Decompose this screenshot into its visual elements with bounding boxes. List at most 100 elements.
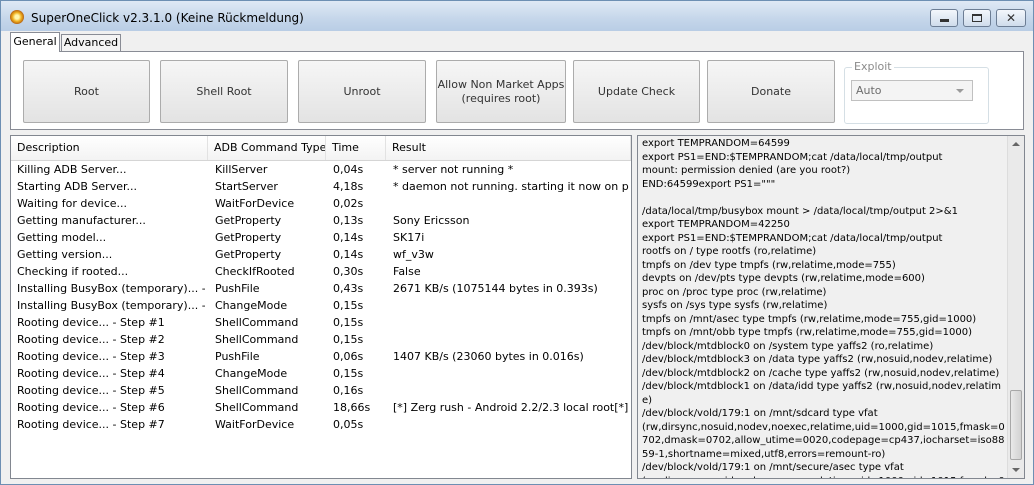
table-row[interactable]: Killing ADB Server... KillServer 0,04s * se…: [11, 161, 631, 178]
minimize-button[interactable]: [930, 9, 958, 27]
table-row[interactable]: Checking if rooted... CheckIfRooted 0,30s F…: [11, 263, 631, 280]
cell-description: Killing ADB Server...: [17, 163, 127, 176]
cell-result: [*] Zerg rush - Android 2.2/2.3 local ro…: [393, 401, 629, 414]
maximize-icon: [972, 14, 982, 22]
cell-description: Starting ADB Server...: [17, 180, 137, 193]
table-row[interactable]: Rooting device... - Step #5 ShellCommand 0…: [11, 382, 631, 399]
cell-time: 0,15s: [333, 299, 364, 312]
log-scrollbar[interactable]: [1007, 136, 1024, 478]
column-header-result[interactable]: Result: [386, 136, 631, 160]
window-title: SuperOneClick v2.3.1.0 (Keine Rückmeldun…: [31, 11, 304, 25]
cell-adb-command-type: ShellCommand: [215, 384, 299, 397]
unroot-button[interactable]: Unroot: [298, 60, 426, 123]
table-row[interactable]: Getting version... GetProperty 0,14s wf_v3w: [11, 246, 631, 263]
cell-time: 4,18s: [333, 180, 364, 193]
cell-description: Installing BusyBox (temporary)... - Step…: [17, 282, 205, 295]
cell-result: wf_v3w: [393, 248, 434, 261]
table-row[interactable]: Installing BusyBox (temporary)... - Step…: [11, 280, 631, 297]
cell-adb-command-type: GetProperty: [215, 214, 282, 227]
cell-time: 0,05s: [333, 418, 364, 431]
cell-result: [393, 314, 629, 331]
cell-adb-command-type: GetProperty: [215, 231, 282, 244]
cell-time: 0,15s: [333, 333, 364, 346]
cell-adb-command-type: PushFile: [215, 350, 260, 363]
table-row[interactable]: Getting manufacturer... GetProperty 0,13s S…: [11, 212, 631, 229]
table-row[interactable]: Rooting device... - Step #3 PushFile 0,06s…: [11, 348, 631, 365]
app-icon[interactable]: [10, 10, 24, 24]
table-row[interactable]: Rooting device... - Step #7 WaitForDevice…: [11, 416, 631, 433]
cell-time: 0,02s: [333, 197, 364, 210]
cell-time: 0,16s: [333, 384, 364, 397]
list-header: Description ADB Command Type Time Result: [11, 136, 631, 161]
allow-non-market-apps-label: Allow Non Market Apps (requires root): [437, 77, 565, 105]
cell-result: [393, 297, 629, 314]
allow-non-market-apps-button[interactable]: Allow Non Market Apps (requires root): [436, 60, 566, 123]
cell-time: 0,30s: [333, 265, 364, 278]
app-window: SuperOneClick v2.3.1.0 (Keine Rückmeldun…: [0, 0, 1034, 485]
cell-adb-command-type: WaitForDevice: [215, 197, 295, 210]
minimize-icon: [940, 19, 949, 22]
close-button[interactable]: ✕: [996, 9, 1026, 27]
cell-description: Rooting device... - Step #4: [17, 367, 165, 380]
cell-time: 0,43s: [333, 282, 364, 295]
cell-description: Rooting device... - Step #3: [17, 350, 165, 363]
cell-time: 0,04s: [333, 163, 364, 176]
cell-adb-command-type: ChangeMode: [215, 299, 288, 312]
exploit-dropdown[interactable]: Auto: [851, 80, 973, 101]
list-body: Killing ADB Server... KillServer 0,04s * se…: [11, 161, 631, 433]
column-header-description[interactable]: Description: [11, 136, 208, 160]
cell-description: Waiting for device...: [17, 197, 128, 210]
title-bar[interactable]: SuperOneClick v2.3.1.0 (Keine Rückmeldun…: [1, 1, 1033, 31]
tab-general[interactable]: General: [10, 32, 60, 52]
table-row[interactable]: Rooting device... - Step #2 ShellCommand 0…: [11, 331, 631, 348]
command-list-view[interactable]: Description ADB Command Type Time Result…: [10, 135, 632, 479]
exploit-selected-value: Auto: [856, 84, 882, 97]
update-check-button[interactable]: Update Check: [573, 60, 700, 123]
cell-adb-command-type: WaitForDevice: [215, 418, 295, 431]
cell-time: 0,15s: [333, 367, 364, 380]
maximize-button[interactable]: [963, 9, 991, 27]
table-row[interactable]: Rooting device... - Step #4 ChangeMode 0,1…: [11, 365, 631, 382]
cell-adb-command-type: StartServer: [215, 180, 278, 193]
cell-adb-command-type: ShellCommand: [215, 316, 299, 329]
cell-description: Rooting device... - Step #7: [17, 418, 165, 431]
cell-time: 0,06s: [333, 350, 364, 363]
cell-result: [393, 382, 629, 399]
table-row[interactable]: Getting model... GetProperty 0,14s SK17i: [11, 229, 631, 246]
table-row[interactable]: Waiting for device... WaitForDevice 0,02s: [11, 195, 631, 212]
general-tab-panel: Root Shell Root Unroot Allow Non Market …: [10, 51, 1024, 130]
cell-time: 0,14s: [333, 248, 364, 261]
cell-result: [393, 416, 629, 433]
table-row[interactable]: Rooting device... - Step #1 ShellCommand 0…: [11, 314, 631, 331]
table-row[interactable]: Installing BusyBox (temporary)... - Step…: [11, 297, 631, 314]
cell-description: Getting model...: [17, 231, 107, 244]
cell-adb-command-type: CheckIfRooted: [215, 265, 295, 278]
cell-description: Getting version...: [17, 248, 113, 261]
cell-result: Sony Ericsson: [393, 214, 470, 227]
cell-description: Installing BusyBox (temporary)... - Step…: [17, 299, 205, 312]
cell-description: Rooting device... - Step #6: [17, 401, 165, 414]
cell-time: 18,66s: [333, 401, 371, 414]
cell-adb-command-type: ShellCommand: [215, 401, 299, 414]
cell-result: * daemon not running. starting it now on…: [393, 180, 629, 193]
donate-button[interactable]: Donate: [707, 60, 835, 123]
cell-result: [393, 195, 629, 212]
log-output[interactable]: export TEMPRANDOM=64599 export PS1=END:$…: [637, 135, 1025, 479]
column-header-time[interactable]: Time: [326, 136, 386, 160]
tab-advanced[interactable]: Advanced: [61, 34, 121, 51]
cell-adb-command-type: KillServer: [215, 163, 268, 176]
root-button[interactable]: Root: [23, 60, 150, 123]
cell-result: 2671 KB/s (1075144 bytes in 0.393s): [393, 282, 598, 295]
chevron-down-icon: [956, 89, 964, 93]
cell-result: SK17i: [393, 231, 425, 244]
scrollbar-thumb[interactable]: [1010, 390, 1022, 460]
cell-result: 1407 KB/s (23060 bytes in 0.016s): [393, 350, 584, 363]
table-row[interactable]: Rooting device... - Step #6 ShellCommand 1…: [11, 399, 631, 416]
scroll-down-icon[interactable]: [1012, 468, 1020, 472]
table-row[interactable]: Starting ADB Server... StartServer 4,18s * …: [11, 178, 631, 195]
scroll-up-icon[interactable]: [1012, 142, 1020, 146]
cell-time: 0,15s: [333, 316, 364, 329]
shell-root-button[interactable]: Shell Root: [160, 60, 288, 123]
log-text: export TEMPRANDOM=64599 export PS1=END:$…: [642, 138, 1005, 478]
column-header-adb-command-type[interactable]: ADB Command Type: [208, 136, 326, 160]
